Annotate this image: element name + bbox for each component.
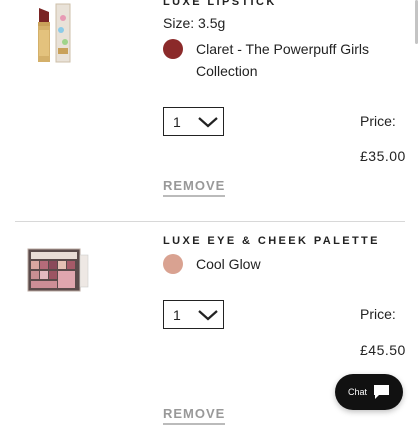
shade-name-line: Claret - The Powerpuff Girls xyxy=(196,41,369,57)
product-size: Size: 3.5g xyxy=(163,15,226,31)
shade-name: Cool Glow xyxy=(196,256,261,272)
item-price: £45.50 xyxy=(360,342,406,358)
chevron-down-icon xyxy=(198,116,218,127)
item-price: £35.00 xyxy=(360,148,406,164)
chat-label: Chat xyxy=(347,387,367,397)
palette-product-image[interactable] xyxy=(26,247,90,295)
price-label: Price: xyxy=(360,113,396,129)
shade-name: Claret - The Powerpuff Girls Collection xyxy=(196,38,396,82)
shade-name-line: Collection xyxy=(196,63,258,79)
shade-swatch xyxy=(163,254,183,274)
chat-button[interactable]: Chat xyxy=(335,374,403,410)
chat-bubble-icon xyxy=(374,385,389,399)
shade-swatch xyxy=(163,39,183,59)
price-label: Price: xyxy=(360,306,396,322)
scrollbar-thumb[interactable] xyxy=(415,0,418,44)
quantity-select[interactable]: 1 xyxy=(163,107,224,136)
product-name[interactable]: LUXE EYE & CHEEK PALETTE xyxy=(163,235,380,247)
quantity-value: 1 xyxy=(173,306,181,323)
product-name[interactable]: LUXE LIPSTICK xyxy=(163,0,277,8)
lipstick-product-image[interactable] xyxy=(30,0,84,68)
quantity-select[interactable]: 1 xyxy=(163,300,224,329)
chevron-down-icon xyxy=(198,309,218,320)
quantity-value: 1 xyxy=(173,113,181,130)
remove-button[interactable]: REMOVE xyxy=(163,406,226,425)
remove-button[interactable]: REMOVE xyxy=(163,178,226,197)
cart-item: LUXE LIPSTICK Size: 3.5g Claret - The Po… xyxy=(0,0,420,220)
